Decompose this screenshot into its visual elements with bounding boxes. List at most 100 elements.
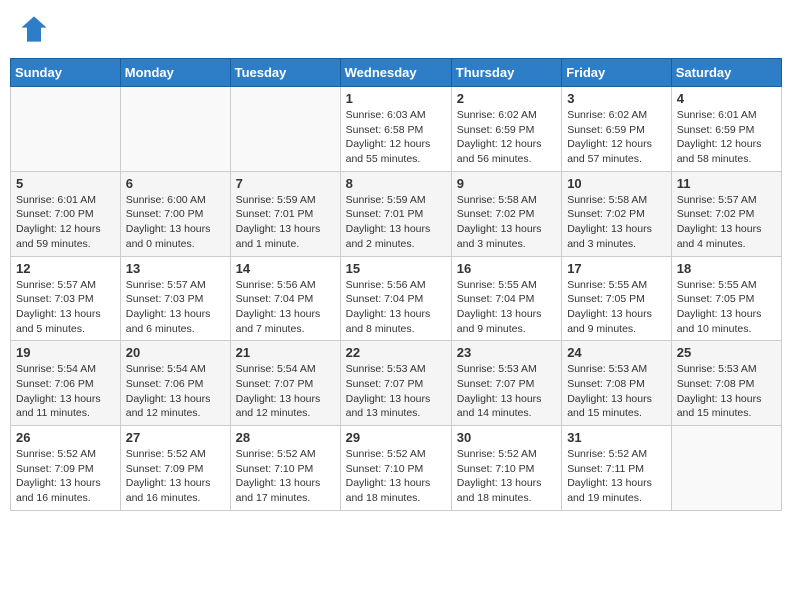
cell-content: Sunrise: 5:58 AMSunset: 7:02 PMDaylight:… — [567, 193, 666, 252]
day-number: 16 — [457, 261, 556, 276]
cell-content: Sunrise: 5:53 AMSunset: 7:07 PMDaylight:… — [457, 362, 556, 421]
calendar-cell: 27 Sunrise: 5:52 AMSunset: 7:09 PMDayligh… — [120, 426, 230, 511]
day-number: 6 — [126, 176, 225, 191]
day-number: 11 — [677, 176, 776, 191]
calendar-cell: 15Sunrise: 5:56 AMSunset: 7:04 PMDayligh… — [340, 256, 451, 341]
calendar-cell: 11 Sunrise: 5:57 AMSunset: 7:02 PMDayligh… — [671, 171, 781, 256]
day-number: 13 — [126, 261, 225, 276]
calendar-cell: 28 Sunrise: 5:52 AMSunset: 7:10 PMDayligh… — [230, 426, 340, 511]
cell-content: Sunrise: 6:01 AMSunset: 6:59 PMDaylight:… — [677, 108, 776, 167]
day-number: 4 — [677, 91, 776, 106]
calendar-cell — [11, 87, 121, 172]
calendar-cell — [120, 87, 230, 172]
cell-content: Sunrise: 5:53 AMSunset: 7:07 PMDaylight:… — [346, 362, 446, 421]
cell-content: Sunrise: 6:03 AMSunset: 6:58 PMDaylight:… — [346, 108, 446, 167]
day-number: 14 — [236, 261, 335, 276]
calendar-cell: 23 Sunrise: 5:53 AMSunset: 7:07 PMDayligh… — [451, 341, 561, 426]
calendar-cell: 12 Sunrise: 5:57 AMSunset: 7:03 PMDayligh… — [11, 256, 121, 341]
cell-content: Sunrise: 5:55 AMSunset: 7:05 PMDaylight:… — [567, 278, 666, 337]
weekday-header-wednesday: Wednesday — [340, 59, 451, 87]
day-number: 22 — [346, 345, 446, 360]
cell-content: Sunrise: 5:55 AMSunset: 7:04 PMDaylight:… — [457, 278, 556, 337]
cell-content: Sunrise: 5:57 AMSunset: 7:02 PMDaylight:… — [677, 193, 776, 252]
calendar-table: SundayMondayTuesdayWednesdayThursdayFrid… — [10, 58, 782, 511]
calendar-cell: 4 Sunrise: 6:01 AMSunset: 6:59 PMDaylight… — [671, 87, 781, 172]
weekday-header-friday: Friday — [562, 59, 672, 87]
cell-content: Sunrise: 5:52 AMSunset: 7:09 PMDaylight:… — [16, 447, 115, 506]
week-row-5: 26 Sunrise: 5:52 AMSunset: 7:09 PMDayligh… — [11, 426, 782, 511]
calendar-cell: 21 Sunrise: 5:54 AMSunset: 7:07 PMDayligh… — [230, 341, 340, 426]
calendar-cell: 30 Sunrise: 5:52 AMSunset: 7:10 PMDayligh… — [451, 426, 561, 511]
calendar-cell: 22 Sunrise: 5:53 AMSunset: 7:07 PMDayligh… — [340, 341, 451, 426]
day-number: 19 — [16, 345, 115, 360]
calendar-cell: 17 Sunrise: 5:55 AMSunset: 7:05 PMDayligh… — [562, 256, 672, 341]
day-number: 5 — [16, 176, 115, 191]
day-number: 8 — [346, 176, 446, 191]
day-number: 30 — [457, 430, 556, 445]
day-number: 1 — [346, 91, 446, 106]
calendar-cell: 18Sunrise: 5:55 AMSunset: 7:05 PMDayligh… — [671, 256, 781, 341]
calendar-cell: 24 Sunrise: 5:53 AMSunset: 7:08 PMDayligh… — [562, 341, 672, 426]
calendar-cell: 25 Sunrise: 5:53 AMSunset: 7:08 PMDayligh… — [671, 341, 781, 426]
calendar-cell: 3 Sunrise: 6:02 AMSunset: 6:59 PMDaylight… — [562, 87, 672, 172]
cell-content: Sunrise: 5:59 AMSunset: 7:01 PMDaylight:… — [236, 193, 335, 252]
day-number: 12 — [16, 261, 115, 276]
weekday-header-sunday: Sunday — [11, 59, 121, 87]
day-number: 15 — [346, 261, 446, 276]
weekday-header-monday: Monday — [120, 59, 230, 87]
calendar-cell: 29Sunrise: 5:52 AMSunset: 7:10 PMDayligh… — [340, 426, 451, 511]
cell-content: Sunrise: 5:57 AMSunset: 7:03 PMDaylight:… — [16, 278, 115, 337]
weekday-header-row: SundayMondayTuesdayWednesdayThursdayFrid… — [11, 59, 782, 87]
day-number: 21 — [236, 345, 335, 360]
day-number: 7 — [236, 176, 335, 191]
day-number: 26 — [16, 430, 115, 445]
calendar-cell: 20 Sunrise: 5:54 AMSunset: 7:06 PMDayligh… — [120, 341, 230, 426]
day-number: 31 — [567, 430, 666, 445]
calendar-cell: 26 Sunrise: 5:52 AMSunset: 7:09 PMDayligh… — [11, 426, 121, 511]
day-number: 25 — [677, 345, 776, 360]
calendar-cell: 13 Sunrise: 5:57 AMSunset: 7:03 PMDayligh… — [120, 256, 230, 341]
cell-content: Sunrise: 5:52 AMSunset: 7:10 PMDaylight:… — [346, 447, 446, 506]
cell-content: Sunrise: 5:53 AMSunset: 7:08 PMDaylight:… — [567, 362, 666, 421]
cell-content: Sunrise: 6:02 AMSunset: 6:59 PMDaylight:… — [567, 108, 666, 167]
day-number: 24 — [567, 345, 666, 360]
cell-content: Sunrise: 5:54 AMSunset: 7:06 PMDaylight:… — [126, 362, 225, 421]
day-number: 2 — [457, 91, 556, 106]
logo-icon — [20, 15, 48, 43]
cell-content: Sunrise: 5:59 AMSunset: 7:01 PMDaylight:… — [346, 193, 446, 252]
cell-content: Sunrise: 5:57 AMSunset: 7:03 PMDaylight:… — [126, 278, 225, 337]
calendar-cell: 19 Sunrise: 5:54 AMSunset: 7:06 PMDayligh… — [11, 341, 121, 426]
day-number: 23 — [457, 345, 556, 360]
day-number: 17 — [567, 261, 666, 276]
calendar-cell — [230, 87, 340, 172]
day-number: 27 — [126, 430, 225, 445]
week-row-3: 12 Sunrise: 5:57 AMSunset: 7:03 PMDayligh… — [11, 256, 782, 341]
calendar-cell: 31Sunrise: 5:52 AMSunset: 7:11 PMDayligh… — [562, 426, 672, 511]
cell-content: Sunrise: 6:01 AMSunset: 7:00 PMDaylight:… — [16, 193, 115, 252]
day-number: 18 — [677, 261, 776, 276]
cell-content: Sunrise: 5:56 AMSunset: 7:04 PMDaylight:… — [236, 278, 335, 337]
week-row-2: 5 Sunrise: 6:01 AMSunset: 7:00 PMDaylight… — [11, 171, 782, 256]
weekday-header-saturday: Saturday — [671, 59, 781, 87]
calendar-cell: 7 Sunrise: 5:59 AMSunset: 7:01 PMDaylight… — [230, 171, 340, 256]
cell-content: Sunrise: 5:52 AMSunset: 7:10 PMDaylight:… — [457, 447, 556, 506]
calendar-cell: 6 Sunrise: 6:00 AMSunset: 7:00 PMDaylight… — [120, 171, 230, 256]
cell-content: Sunrise: 5:54 AMSunset: 7:06 PMDaylight:… — [16, 362, 115, 421]
cell-content: Sunrise: 5:54 AMSunset: 7:07 PMDaylight:… — [236, 362, 335, 421]
week-row-1: 1 Sunrise: 6:03 AMSunset: 6:58 PMDaylight… — [11, 87, 782, 172]
calendar-cell: 9Sunrise: 5:58 AMSunset: 7:02 PMDaylight… — [451, 171, 561, 256]
day-number: 10 — [567, 176, 666, 191]
cell-content: Sunrise: 6:00 AMSunset: 7:00 PMDaylight:… — [126, 193, 225, 252]
day-number: 20 — [126, 345, 225, 360]
cell-content: Sunrise: 5:53 AMSunset: 7:08 PMDaylight:… — [677, 362, 776, 421]
cell-content: Sunrise: 5:52 AMSunset: 7:09 PMDaylight:… — [126, 447, 225, 506]
cell-content: Sunrise: 5:52 AMSunset: 7:10 PMDaylight:… — [236, 447, 335, 506]
calendar-cell: 10 Sunrise: 5:58 AMSunset: 7:02 PMDayligh… — [562, 171, 672, 256]
calendar-cell: 2Sunrise: 6:02 AMSunset: 6:59 PMDaylight… — [451, 87, 561, 172]
day-number: 9 — [457, 176, 556, 191]
day-number: 3 — [567, 91, 666, 106]
calendar-cell — [671, 426, 781, 511]
week-row-4: 19 Sunrise: 5:54 AMSunset: 7:06 PMDayligh… — [11, 341, 782, 426]
day-number: 28 — [236, 430, 335, 445]
calendar-cell: 8 Sunrise: 5:59 AMSunset: 7:01 PMDaylight… — [340, 171, 451, 256]
